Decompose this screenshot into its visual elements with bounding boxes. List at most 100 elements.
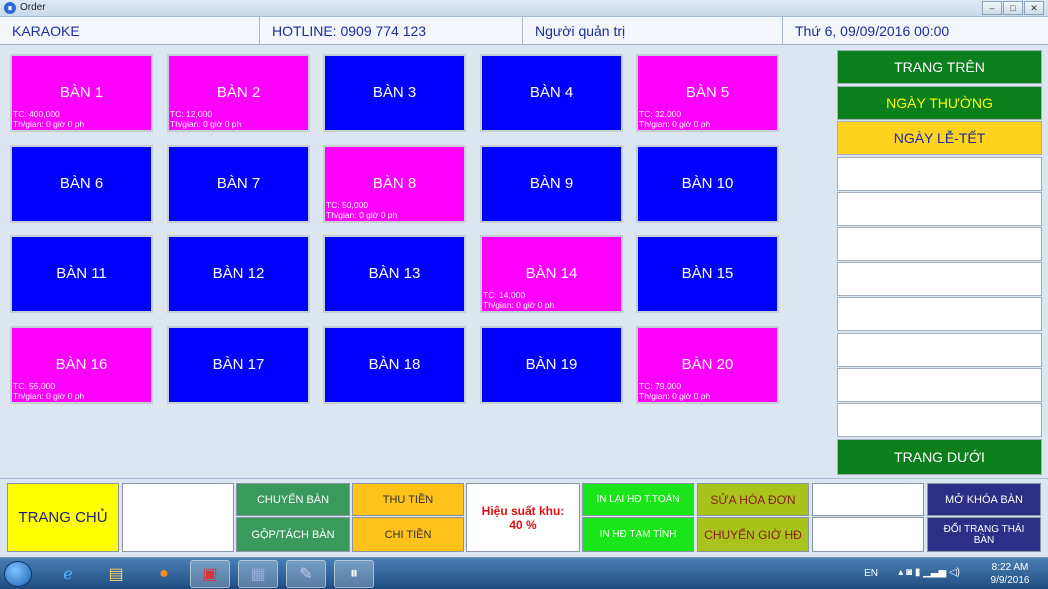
app-shortcut-icon[interactable]: ▣ <box>190 560 230 588</box>
table-card[interactable]: BÀN 14 TC: 14,000 Th/gian: 0 giờ 0 ph <box>480 235 623 313</box>
table-card[interactable]: BÀN 3 <box>323 54 466 132</box>
table-card[interactable]: BÀN 17 <box>167 326 310 404</box>
table-name: BÀN 16 <box>55 356 108 373</box>
income-button[interactable]: THU TIỀN <box>352 483 464 516</box>
print-temp-invoice-button[interactable]: IN HĐ TẠM TÍNH <box>582 517 694 552</box>
info-header: KARAOKE HOTLINE: 0909 774 123 Người quản… <box>0 17 1048 45</box>
table-info: TC: 400,000 Th/gian: 0 giờ 0 ph <box>13 109 84 129</box>
empty-slot-button[interactable] <box>837 227 1042 261</box>
table-info: TC: 50,000 Th/gian: 0 giờ 0 ph <box>326 200 397 220</box>
table-name: BÀN 6 <box>59 175 104 192</box>
table-total: TC: 400,000 <box>13 109 60 119</box>
empty-slot-button[interactable] <box>837 192 1042 226</box>
table-card[interactable]: BÀN 15 <box>636 235 779 313</box>
app-name: KARAOKE <box>0 17 260 45</box>
tray-icons[interactable]: ▴ ◙ ▮ ▁▃▅ ◁) <box>898 567 960 578</box>
weekday-button[interactable]: NGÀY THƯỜNG <box>837 86 1042 120</box>
page-up-button[interactable]: TRANG TRÊN <box>837 50 1042 84</box>
edit-invoice-button[interactable]: SỬA HÓA ĐƠN <box>697 483 809 516</box>
app-icon: ⏸ <box>4 2 16 14</box>
folder-icon[interactable]: ▤ <box>96 560 136 588</box>
table-card[interactable]: BÀN 7 <box>167 145 310 223</box>
firefox-icon[interactable]: ● <box>144 560 184 588</box>
move-table-button[interactable]: CHUYỂN BÀN <box>236 483 350 516</box>
table-name: BÀN 3 <box>372 84 417 101</box>
table-name: BÀN 7 <box>216 175 261 192</box>
user-name: Người quản trị <box>523 17 783 45</box>
table-card[interactable]: BÀN 18 <box>323 326 466 404</box>
empty-slot-button[interactable] <box>837 368 1042 402</box>
close-button[interactable]: ✕ <box>1024 1 1044 15</box>
table-card[interactable]: BÀN 19 <box>480 326 623 404</box>
table-card[interactable]: BÀN 6 <box>10 145 153 223</box>
table-info: TC: 14,000 Th/gian: 0 giờ 0 ph <box>483 290 554 310</box>
datetime: Thứ 6, 09/09/2016 00:00 <box>795 23 950 39</box>
table-name: BÀN 10 <box>681 175 734 192</box>
table-name: BÀN 12 <box>212 265 265 282</box>
holiday-button[interactable]: NGÀY LỄ-TẾT <box>837 121 1042 155</box>
table-time: Th/gian: 0 giờ 0 ph <box>639 391 711 401</box>
table-name: BÀN 2 <box>216 84 261 101</box>
hotline: HOTLINE: 0909 774 123 <box>260 17 523 45</box>
performance-box: Hiệu suất khu: 40 % <box>466 483 580 552</box>
table-name: BÀN 15 <box>681 265 734 282</box>
table-card[interactable]: BÀN 4 <box>480 54 623 132</box>
order-app-icon[interactable]: ⏸ <box>334 560 374 588</box>
table-card[interactable]: BÀN 12 <box>167 235 310 313</box>
table-total: TC: 12,000 <box>170 109 213 119</box>
reprint-invoice-button[interactable]: IN LẠI HĐ T.TOÁN <box>582 483 694 516</box>
table-card[interactable]: BÀN 1 TC: 400,000 Th/gian: 0 giờ 0 ph <box>10 54 153 132</box>
table-card[interactable]: BÀN 2 TC: 12,000 Th/gian: 0 giờ 0 ph <box>167 54 310 132</box>
table-info: TC: 32,000 Th/gian: 0 giờ 0 ph <box>639 109 710 129</box>
table-card[interactable]: BÀN 5 TC: 32,000 Th/gian: 0 giờ 0 ph <box>636 54 779 132</box>
empty-slot-button[interactable] <box>837 403 1042 437</box>
browser-icon[interactable]: ℯ <box>48 560 88 588</box>
table-name: BÀN 5 <box>685 84 730 101</box>
expense-button[interactable]: CHI TIỀN <box>352 517 464 552</box>
paint-icon[interactable]: ✎ <box>286 560 326 588</box>
minimize-button[interactable]: – <box>982 1 1002 15</box>
table-card[interactable]: BÀN 11 <box>10 235 153 313</box>
unlock-table-button[interactable]: MỞ KHÓA BÀN <box>927 483 1041 516</box>
table-name: BÀN 1 <box>59 84 104 101</box>
table-card[interactable]: BÀN 20 TC: 79,000 Th/gian: 0 giờ 0 ph <box>636 326 779 404</box>
window-title: Order <box>20 2 46 13</box>
empty-slot-button[interactable] <box>122 483 234 552</box>
change-time-button[interactable]: CHUYỂN GIỜ HĐ <box>697 517 809 552</box>
table-time: Th/gian: 0 giờ 0 ph <box>483 300 555 310</box>
table-card[interactable]: BÀN 10 <box>636 145 779 223</box>
table-total: TC: 79,000 <box>639 381 682 391</box>
table-name: BÀN 17 <box>212 356 265 373</box>
merge-split-button[interactable]: GỘP/TÁCH BÀN <box>236 517 350 552</box>
empty-slot-button[interactable] <box>837 297 1042 331</box>
table-card[interactable]: BÀN 8 TC: 50,000 Th/gian: 0 giờ 0 ph <box>323 145 466 223</box>
change-status-button[interactable]: ĐỔI TRẠNG THÁI BÀN <box>927 517 1041 552</box>
window-titlebar: ⏸ Order – □ ✕ <box>0 0 1048 17</box>
table-name: BÀN 13 <box>368 265 421 282</box>
bottom-toolbar: TRANG CHỦ CHUYỂN BÀN GỘP/TÁCH BÀN THU TI… <box>0 478 1048 556</box>
table-card[interactable]: BÀN 16 TC: 55,000 Th/gian: 0 giờ 0 ph <box>10 326 153 404</box>
language-indicator[interactable]: EN <box>864 568 878 579</box>
empty-slot-button[interactable] <box>837 262 1042 296</box>
table-card[interactable]: BÀN 13 <box>323 235 466 313</box>
table-info: TC: 12,000 Th/gian: 0 giờ 0 ph <box>170 109 241 129</box>
empty-slot-button[interactable] <box>837 157 1042 191</box>
app-shortcut-icon[interactable]: ▦ <box>238 560 278 588</box>
clock-date[interactable]: 9/9/2016 <box>980 575 1040 586</box>
empty-slot-button[interactable] <box>812 517 924 552</box>
table-time: Th/gian: 0 giờ 0 ph <box>639 119 711 129</box>
empty-slot-button[interactable] <box>812 483 924 516</box>
empty-slot-button[interactable] <box>837 333 1042 367</box>
table-name: BÀN 14 <box>525 265 578 282</box>
start-button[interactable] <box>4 561 32 587</box>
table-total: TC: 32,000 <box>639 109 682 119</box>
table-time: Th/gian: 0 giờ 0 ph <box>326 210 398 220</box>
table-name: BÀN 18 <box>368 356 421 373</box>
home-button[interactable]: TRANG CHỦ <box>7 483 119 552</box>
page-down-button[interactable]: TRANG DƯỚI <box>837 439 1042 475</box>
performance-label: Hiệu suất khu: <box>481 503 565 518</box>
table-card[interactable]: BÀN 9 <box>480 145 623 223</box>
maximize-button[interactable]: □ <box>1003 1 1023 15</box>
clock-time[interactable]: 8:22 AM <box>980 562 1040 573</box>
table-total: TC: 50,000 <box>326 200 369 210</box>
